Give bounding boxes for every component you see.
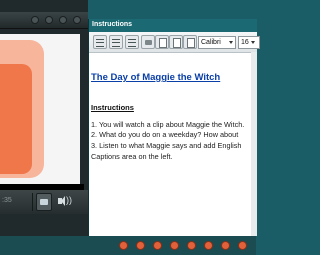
taskbar-button-icon[interactable] bbox=[187, 241, 196, 250]
video-titlebar bbox=[0, 12, 88, 29]
taskbar-button-icon[interactable] bbox=[119, 241, 128, 250]
speaker-cone bbox=[61, 196, 65, 206]
controls-divider bbox=[32, 193, 33, 211]
volume-button[interactable]: )) bbox=[56, 195, 76, 209]
paste-button[interactable] bbox=[169, 35, 183, 49]
print-button[interactable] bbox=[141, 35, 155, 49]
print-icon bbox=[145, 40, 152, 45]
panel-title: Instructions bbox=[92, 21, 133, 28]
taskbar-button-icon[interactable] bbox=[221, 241, 230, 250]
document-area[interactable]: The Day of Maggie the Witch Instructions… bbox=[89, 53, 257, 236]
align-center-icon bbox=[112, 39, 120, 47]
sound-waves-icon: )) bbox=[66, 195, 72, 205]
captions-icon bbox=[40, 199, 48, 205]
panel-titlebar: Instructions bbox=[89, 19, 257, 32]
copy-icon bbox=[159, 38, 167, 48]
close-icon[interactable] bbox=[73, 16, 81, 24]
time-label: :35 bbox=[2, 197, 12, 204]
taskbar-button-icon[interactable] bbox=[170, 241, 179, 250]
restore-icon[interactable] bbox=[59, 16, 67, 24]
video-shape-inner bbox=[0, 64, 32, 174]
align-left-button[interactable] bbox=[93, 35, 107, 49]
font-size-value: 16 bbox=[241, 39, 249, 46]
align-center-button[interactable] bbox=[109, 35, 123, 49]
taskbar-button-icon[interactable] bbox=[136, 241, 145, 250]
captions-button[interactable] bbox=[36, 193, 52, 211]
video-controls: :35 )) bbox=[0, 190, 88, 214]
align-left-icon bbox=[96, 39, 104, 47]
instruction-line: 2. What do you do on a weekday? How abou… bbox=[91, 130, 239, 139]
taskbar-button-icon[interactable] bbox=[153, 241, 162, 250]
align-right-button[interactable] bbox=[125, 35, 139, 49]
vertical-scrollbar[interactable] bbox=[251, 52, 257, 236]
chevron-down-icon bbox=[251, 41, 255, 44]
instruction-line: Captions area on the left. bbox=[91, 152, 173, 161]
font-family-select[interactable]: Calibri bbox=[198, 36, 236, 49]
edit-icon[interactable] bbox=[31, 16, 39, 24]
font-family-value: Calibri bbox=[201, 39, 221, 46]
instruction-line: 3. Listen to what Maggie says and add En… bbox=[91, 141, 242, 150]
formatting-toolbar: Calibri 16 bbox=[89, 32, 260, 53]
paste-icon bbox=[173, 38, 181, 48]
bottom-taskbar bbox=[0, 236, 256, 255]
document-heading: Instructions bbox=[91, 103, 134, 112]
align-right-icon bbox=[128, 39, 136, 47]
chevron-down-icon bbox=[229, 41, 233, 44]
instruction-line: 1. You will watch a clip about Maggie th… bbox=[91, 120, 245, 129]
minimize-icon[interactable] bbox=[45, 16, 53, 24]
document-title[interactable]: The Day of Maggie the Witch bbox=[91, 72, 220, 83]
cut-icon bbox=[187, 38, 195, 48]
copy-button[interactable] bbox=[155, 35, 169, 49]
taskbar-button-icon[interactable] bbox=[204, 241, 213, 250]
instructions-panel: Instructions Calibri 16 The Day of Maggi… bbox=[88, 19, 260, 236]
font-size-select[interactable]: 16 bbox=[238, 36, 260, 49]
taskbar-button-icon[interactable] bbox=[238, 241, 247, 250]
video-pane: :35 )) bbox=[0, 0, 88, 255]
cut-button[interactable] bbox=[183, 35, 197, 49]
